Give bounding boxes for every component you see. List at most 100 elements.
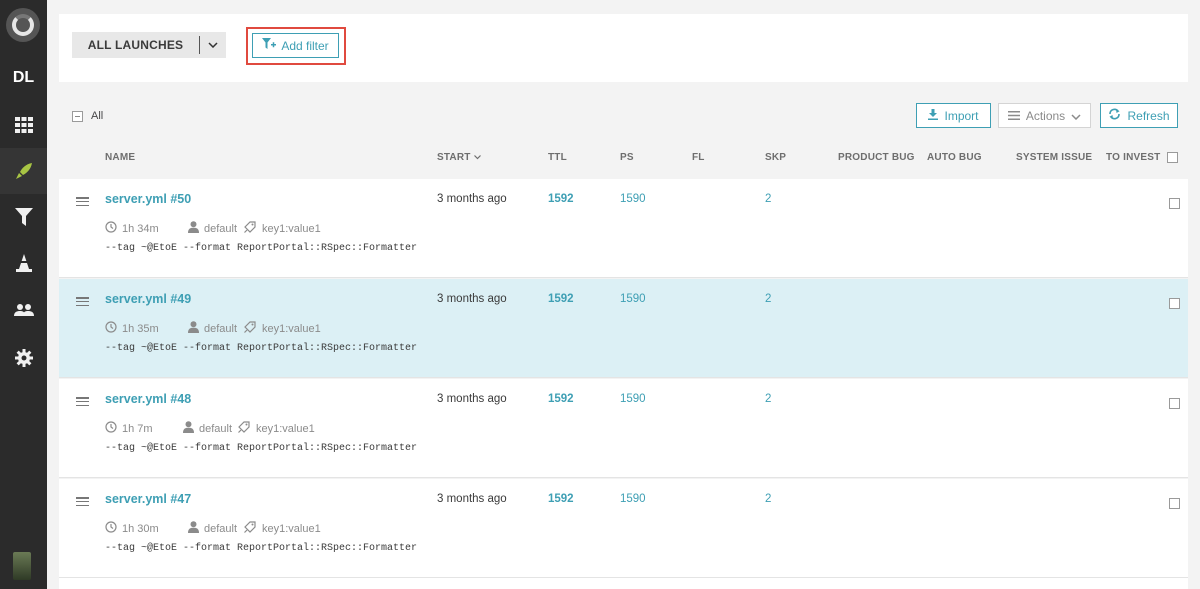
launch-description: --tag ~@EtoE --format ReportPortal::RSpe… [105,243,418,254]
launch-name-link[interactable]: server.yml #49 [105,292,191,306]
duration-meta: 1h 35m [105,321,159,336]
ps-count-link[interactable]: 1590 [620,193,646,205]
column-header-ttl[interactable]: TTL [548,152,567,163]
attribute-meta[interactable]: key1:value1 [244,221,321,236]
chevron-down-icon[interactable] [200,42,226,48]
members-icon[interactable] [0,287,47,333]
launch-name-link[interactable]: server.yml #50 [105,192,191,206]
ps-count-link[interactable]: 1590 [620,393,646,405]
drag-handle-icon[interactable] [76,397,89,406]
launch-row[interactable]: server.yml #48 1h 7m default key1:value1 --t… [59,379,1188,478]
owner-value: default [204,522,238,535]
attribute-value: key1:value1 [262,222,321,235]
duration-value: 1h 7m [122,422,153,435]
owner-value: default [204,322,238,335]
tag-icon [244,221,257,236]
row-checkbox[interactable] [1169,198,1180,209]
row-checkbox[interactable] [1169,498,1180,509]
column-header-product-bug[interactable]: PRODUCT BUG [838,152,915,163]
column-header-fl[interactable]: FL [692,152,705,163]
project-selector[interactable]: DL [0,55,47,101]
clock-icon [105,521,117,536]
import-button[interactable]: Import [916,103,991,128]
launch-row[interactable]: server.yml #49 1h 35m default key1:value1 --… [59,279,1188,378]
add-filter-button[interactable]: Add filter [252,33,339,58]
chevron-down-icon [1071,109,1081,123]
owner-value: default [199,422,233,435]
user-avatar[interactable] [13,552,31,580]
column-header-name[interactable]: NAME [105,152,135,163]
tag-icon [244,521,257,536]
column-header-system-issue[interactable]: SYSTEM ISSUE [1016,152,1092,163]
clock-icon [105,421,117,436]
settings-gear-icon[interactable] [0,335,47,381]
ps-count-link[interactable]: 1590 [620,493,646,505]
drag-handle-icon[interactable] [76,497,89,506]
attribute-meta[interactable]: key1:value1 [244,521,321,536]
header-checkbox[interactable] [1167,152,1178,163]
refresh-label: Refresh [1127,108,1170,123]
user-icon [188,221,199,236]
column-header-skp[interactable]: SKP [765,152,786,163]
project-initials: DL [12,69,35,86]
refresh-button[interactable]: Refresh [1100,103,1178,128]
skp-count-link[interactable]: 2 [765,293,771,305]
row-checkbox[interactable] [1169,398,1180,409]
user-icon [188,321,199,336]
drag-handle-icon[interactable] [76,197,89,206]
duration-meta: 1h 30m [105,521,159,536]
filter-bar: ALL LAUNCHES Add filter [59,14,1188,82]
ttl-count-link[interactable]: 1592 [548,393,574,405]
attribute-meta[interactable]: key1:value1 [238,421,315,436]
launch-description: --tag ~@EtoE --format ReportPortal::RSpe… [105,543,418,554]
launch-row[interactable]: server.yml #47 1h 30m default key1:value1 --… [59,479,1188,578]
menu-lines-icon [1007,109,1020,123]
skp-count-link[interactable]: 2 [765,393,771,405]
start-time: 3 months ago [437,393,507,405]
drag-handle-icon[interactable] [76,297,89,306]
duration-meta: 1h 34m [105,221,159,236]
actions-dropdown[interactable]: Actions [998,103,1091,128]
start-time: 3 months ago [437,293,507,305]
attribute-value: key1:value1 [262,322,321,335]
launch-name-link[interactable]: server.yml #47 [105,492,191,506]
owner-meta[interactable]: default [188,221,237,236]
reportportal-logo[interactable] [6,8,40,42]
duration-value: 1h 30m [122,522,159,535]
sidebar: DL [0,0,47,589]
table-bottom [59,578,1188,589]
launches-rocket-icon[interactable] [0,148,47,194]
sort-chevron-icon [473,152,481,163]
dashboard-grid-icon[interactable] [0,102,47,148]
owner-value: default [204,222,238,235]
clock-icon [105,221,117,236]
column-header-auto-bug[interactable]: AUTO BUG [927,152,982,163]
column-header-start[interactable]: START [437,152,481,163]
column-header-to-invest[interactable]: TO INVEST [1106,152,1160,163]
owner-meta[interactable]: default [188,521,237,536]
attribute-meta[interactable]: key1:value1 [244,321,321,336]
add-filter-label: Add filter [281,38,329,53]
skp-count-link[interactable]: 2 [765,193,771,205]
ttl-count-link[interactable]: 1592 [548,493,574,505]
filter-icon[interactable] [0,194,47,240]
ttl-count-link[interactable]: 1592 [548,293,574,305]
row-checkbox[interactable] [1169,298,1180,309]
launch-row[interactable]: server.yml #50 1h 34m default key1:value1 --… [59,179,1188,278]
user-icon [188,521,199,536]
launches-select[interactable]: ALL LAUNCHES [72,32,226,58]
select-all-checkbox[interactable] [72,111,83,122]
owner-meta[interactable]: default [183,421,232,436]
actions-label: Actions [1025,108,1066,123]
skp-count-link[interactable]: 2 [765,493,771,505]
owner-meta[interactable]: default [188,321,237,336]
attribute-value: key1:value1 [262,522,321,535]
start-time: 3 months ago [437,493,507,505]
ps-count-link[interactable]: 1590 [620,293,646,305]
debug-cone-icon[interactable] [0,240,47,286]
column-header-ps[interactable]: PS [620,152,634,163]
ttl-count-link[interactable]: 1592 [548,193,574,205]
tag-icon [244,321,257,336]
refresh-icon [1108,108,1121,123]
launch-name-link[interactable]: server.yml #48 [105,392,191,406]
